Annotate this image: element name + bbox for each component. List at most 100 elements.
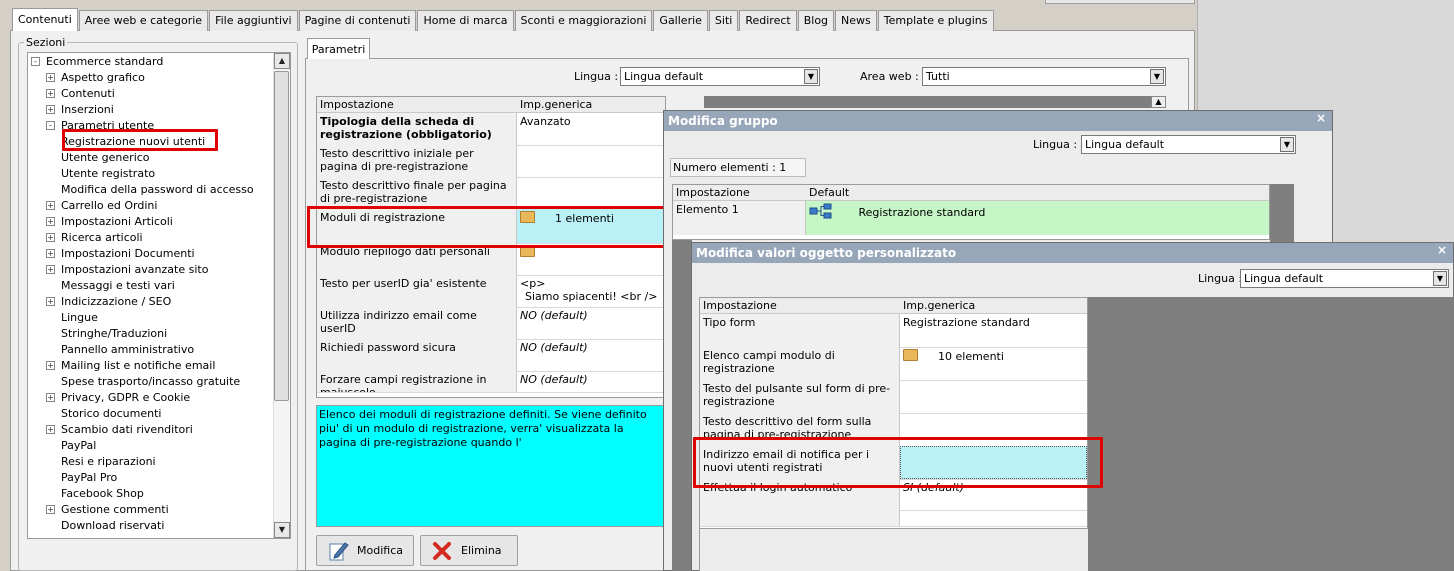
tree-item[interactable]: Spese trasporto/incasso gratuite — [46, 374, 240, 390]
expand-icon[interactable]: + — [46, 89, 55, 98]
parameter-row[interactable]: Tipologia della scheda di registrazione … — [317, 113, 665, 146]
valori-row[interactable]: Testo descrittivo del form sulla pagina … — [700, 413, 1087, 447]
main-tab[interactable]: Redirect — [739, 10, 797, 31]
main-tab[interactable]: Contenuti — [12, 8, 78, 31]
tree-item[interactable]: Stringhe/Traduzioni — [46, 326, 167, 342]
tree-item[interactable]: PayPal Pro — [46, 470, 117, 486]
tree-item[interactable]: + Mailing list e notifiche email — [46, 358, 215, 374]
tree-item[interactable]: Utente registrato — [61, 166, 155, 182]
lingua-select[interactable]: Lingua default ▼ — [620, 67, 820, 86]
area-web-select[interactable]: Tutti ▼ — [922, 67, 1166, 86]
main-tab[interactable]: Template e plugins — [877, 10, 994, 31]
main-tab[interactable]: News — [835, 10, 877, 31]
tree-scroll-thumb[interactable] — [274, 71, 289, 401]
scroll-up-icon[interactable]: ▲ — [274, 53, 290, 69]
main-tab[interactable]: Home di marca — [417, 10, 514, 31]
valori-row[interactable] — [700, 510, 1087, 527]
valori-value[interactable] — [900, 380, 1087, 413]
parameter-value[interactable]: <p> Siamo spiacenti! <br /> — [517, 275, 665, 307]
tree-item[interactable]: PayPal — [46, 438, 96, 454]
parameter-value[interactable] — [517, 177, 665, 209]
valori-value[interactable] — [900, 510, 1087, 526]
tree-item[interactable]: - Ecommerce standard — [31, 54, 163, 70]
parameter-row[interactable]: Utilizza indirizzo email come userID NO (… — [317, 307, 665, 340]
tree-item[interactable]: + Carrello ed Ordini — [46, 198, 157, 214]
tree-item[interactable]: + Gestione commenti — [46, 502, 169, 518]
gruppo-lingua-select[interactable]: Lingua default ▼ — [1081, 135, 1296, 154]
valori-value[interactable] — [900, 413, 1087, 446]
chevron-down-icon[interactable]: ▼ — [1433, 271, 1447, 286]
parameter-value[interactable]: NO (default) — [517, 307, 665, 339]
parameter-value[interactable] — [517, 243, 665, 275]
parameter-value[interactable]: NO (default) — [517, 339, 665, 371]
parameter-row[interactable]: Forzare campi registrazione in maiuscolo… — [317, 371, 665, 393]
valori-value[interactable]: Registrazione standard — [900, 314, 1087, 347]
tree-item[interactable]: + Impostazioni Articoli — [46, 214, 173, 230]
parameter-value[interactable]: 1 elementi — [517, 209, 665, 243]
tree-item[interactable]: Messaggi e testi vari — [46, 278, 175, 294]
main-tab[interactable]: Siti — [708, 10, 739, 31]
expand-icon[interactable]: + — [46, 249, 55, 258]
parameter-row[interactable]: Richiedi password sicura NO (default) — [317, 339, 665, 372]
valori-value[interactable] — [900, 446, 1087, 479]
tree-item[interactable]: Storico documenti — [46, 406, 161, 422]
valori-row[interactable]: Indirizzo email di notifica per i nuovi … — [700, 446, 1087, 480]
expand-icon[interactable]: + — [46, 393, 55, 402]
chevron-down-icon[interactable]: ▼ — [1150, 69, 1164, 84]
tree-item[interactable]: Utente generico — [61, 150, 150, 166]
expand-icon[interactable]: + — [46, 361, 55, 370]
sections-tree[interactable]: - Ecommerce standard + Aspetto grafico + Cont… — [27, 52, 291, 539]
parameter-row[interactable]: Testo descrittivo finale per pagina di p… — [317, 177, 665, 210]
tree-item[interactable]: Resi e riparazioni — [46, 454, 156, 470]
tree-item[interactable]: Registrazione nuovi utenti — [61, 134, 205, 150]
tree-item[interactable]: - Parametri utente — [46, 118, 154, 134]
tree-item[interactable]: + Impostazioni Documenti — [46, 246, 195, 262]
close-icon[interactable]: × — [1316, 111, 1326, 125]
tree-item[interactable]: Modifica della password di accesso — [61, 182, 254, 198]
valori-row[interactable]: Effettua il login automatico SI (default) — [700, 479, 1087, 511]
tree-item[interactable]: + Ricerca articoli — [46, 230, 143, 246]
parameter-value[interactable]: NO (default) — [517, 371, 665, 392]
parameter-value[interactable]: Avanzato — [517, 113, 665, 145]
expand-icon[interactable]: + — [46, 201, 55, 210]
tree-item[interactable]: Download riservati — [46, 518, 164, 534]
main-tab[interactable]: File aggiuntivi — [209, 10, 298, 31]
tree-item[interactable]: Pannello amministrativo — [46, 342, 194, 358]
parameter-row[interactable]: Testo descrittivo iniziale per pagina di… — [317, 145, 665, 178]
tree-item[interactable]: + Indicizzazione / SEO — [46, 294, 171, 310]
tree-item[interactable]: + Privacy, GDPR e Cookie — [46, 390, 190, 406]
expand-icon[interactable]: + — [46, 265, 55, 274]
main-tab[interactable]: Sconti e maggiorazioni — [514, 10, 653, 31]
elimina-button[interactable]: Elimina — [420, 535, 518, 566]
modifica-button[interactable]: Modifica — [316, 535, 414, 566]
valori-value[interactable]: SI (default) — [900, 479, 1087, 510]
collapse-icon[interactable]: - — [31, 57, 40, 66]
expand-icon[interactable]: + — [46, 217, 55, 226]
valori-row[interactable]: Elenco campi modulo di registrazione 10 e… — [700, 347, 1087, 381]
expand-icon[interactable]: + — [46, 425, 55, 434]
main-tab[interactable]: Gallerie — [653, 10, 708, 31]
scroll-down-icon[interactable]: ▼ — [274, 522, 290, 538]
close-icon[interactable]: × — [1437, 243, 1447, 257]
expand-icon[interactable]: + — [46, 105, 55, 114]
main-tab[interactable]: Aree web e categorie — [78, 10, 209, 31]
expand-icon[interactable]: + — [46, 505, 55, 514]
valori-row[interactable]: Tipo form Registrazione standard — [700, 314, 1087, 348]
tree-item[interactable]: + Impostazioni avanzate sito — [46, 262, 208, 278]
parameter-row[interactable]: Moduli di registrazione 1 elementi — [317, 209, 665, 244]
collapse-icon[interactable]: - — [46, 121, 55, 130]
expand-icon[interactable]: + — [46, 297, 55, 306]
gruppo-row[interactable]: Elemento 1 Registrazione standard — [673, 201, 1269, 235]
tree-item[interactable]: Lingue — [46, 310, 98, 326]
chevron-down-icon[interactable]: ▼ — [1280, 137, 1294, 152]
tree-item[interactable]: + Aspetto grafico — [46, 70, 145, 86]
valori-value[interactable]: 10 elementi — [900, 347, 1087, 380]
tree-item[interactable]: Facebook Shop — [46, 486, 144, 502]
expand-icon[interactable]: + — [46, 233, 55, 242]
chevron-down-icon[interactable]: ▼ — [804, 69, 818, 84]
expand-icon[interactable]: + — [46, 73, 55, 82]
tab-parametri[interactable]: Parametri — [307, 38, 370, 59]
main-tab[interactable]: Blog — [797, 10, 835, 31]
tree-item[interactable]: + Inserzioni — [46, 102, 114, 118]
valori-lingua-select[interactable]: Lingua default ▼ — [1240, 269, 1449, 288]
